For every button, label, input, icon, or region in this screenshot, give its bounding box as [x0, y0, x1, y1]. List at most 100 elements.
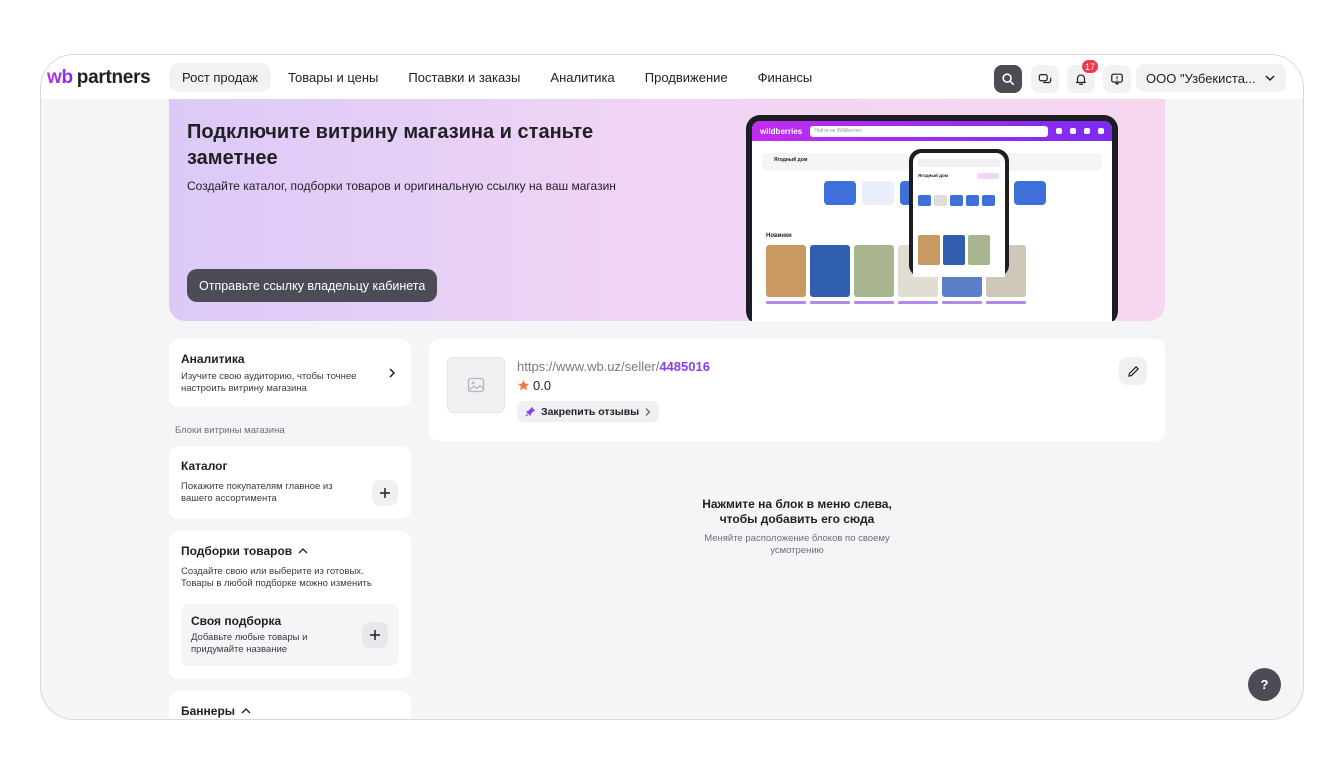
pencil-icon — [1127, 365, 1139, 377]
mock-shop-name: Ягодный дом — [774, 157, 808, 163]
banners-header[interactable]: Баннеры — [181, 704, 251, 718]
bell-icon — [1076, 74, 1086, 85]
storefront-blocks-label: Блоки витрины магазина — [175, 425, 285, 436]
nav-supplies-orders[interactable]: Поставки и заказы — [395, 63, 533, 92]
chevron-right-icon — [389, 368, 396, 378]
logo-wb-text: wb — [47, 67, 73, 88]
rating-value: 0.0 — [533, 378, 552, 393]
mock-price — [854, 301, 894, 304]
mock-category — [934, 195, 947, 206]
add-own-collection-button[interactable] — [362, 622, 388, 648]
plus-icon — [370, 630, 380, 640]
add-catalog-button[interactable] — [372, 480, 398, 506]
banner-title: Подключите витрину магазина и станьте за… — [187, 121, 594, 169]
pin-icon — [525, 406, 536, 417]
mock-price — [898, 301, 938, 304]
shop-rating: 0.0 — [517, 378, 551, 393]
mock-icon — [1056, 128, 1062, 134]
shop-info-card: https://www.wb.uz/seller/4485016 0.0 Зак… — [429, 339, 1165, 441]
mock-new-label: Новинки — [766, 233, 792, 239]
collections-card: Подборки товаров Создайте свою или выбер… — [169, 531, 411, 679]
collections-title: Подборки товаров — [181, 544, 293, 558]
mock-phone-tag — [977, 173, 999, 179]
edit-shop-button[interactable] — [1119, 357, 1147, 385]
notifications-button[interactable]: 17 — [1067, 59, 1099, 93]
feedback-button[interactable] — [1103, 65, 1131, 93]
own-collection-item: Своя подборка Добавьте любые товары и пр… — [181, 604, 399, 666]
mock-phone-shop: Ягодный дом — [918, 173, 949, 178]
search-button[interactable] — [994, 65, 1022, 93]
chat-button[interactable] — [1031, 65, 1059, 93]
mock-icon — [1070, 128, 1076, 134]
shop-url-link[interactable]: https://www.wb.uz/seller/4485016 — [517, 359, 710, 374]
mock-category — [1014, 181, 1046, 205]
mock-price — [942, 301, 982, 304]
mock-product — [918, 235, 940, 265]
banners-title: Баннеры — [181, 704, 236, 718]
phone-screen: Ягодный дом — [913, 153, 1005, 277]
mock-price — [810, 301, 850, 304]
mock-search: Найти на Wildberries — [810, 125, 1048, 137]
mock-price — [766, 301, 806, 304]
nav-analytics[interactable]: Аналитика — [537, 63, 627, 92]
catalog-text: Покажите покупателям главное из вашего а… — [181, 481, 333, 504]
mock-phone-categories — [918, 195, 995, 206]
main-nav: Рост продаж Товары и цены Поставки и зак… — [169, 63, 825, 92]
phone-mockup-image: Ягодный дом — [909, 149, 1009, 277]
mock-prices — [766, 301, 1026, 304]
mock-icon — [1098, 128, 1104, 134]
search-icon — [1002, 73, 1015, 86]
analytics-text: Изучите свою аудиторию, чтобы точнее нас… — [181, 371, 357, 394]
banners-card: Баннеры — [169, 691, 411, 719]
mock-category — [950, 195, 963, 206]
mock-category — [982, 195, 995, 206]
top-header: wb partners Рост продаж Товары и цены По… — [41, 55, 1303, 99]
mock-product — [854, 245, 894, 297]
mock-product — [943, 235, 965, 265]
nav-finances[interactable]: Финансы — [745, 63, 826, 92]
pin-reviews-button[interactable]: Закрепить отзывы — [517, 401, 660, 422]
account-name: ООО "Узбекиста... — [1146, 70, 1256, 86]
mock-category — [966, 195, 979, 206]
mock-phone-search — [918, 159, 1000, 167]
analytics-card[interactable]: Аналитика Изучите свою аудиторию, чтобы … — [169, 339, 411, 407]
chevron-up-icon — [298, 548, 308, 554]
chat-icon — [1038, 74, 1052, 84]
shop-logo-placeholder[interactable] — [447, 357, 505, 413]
pin-reviews-label: Закрепить отзывы — [541, 405, 640, 418]
mock-topbar: wildberries Найти на Wildberries — [752, 121, 1112, 141]
logo-partners-text: partners — [76, 67, 151, 88]
collections-header[interactable]: Подборки товаров — [181, 544, 308, 558]
mock-logo: wildberries — [760, 126, 803, 136]
collections-text: Создайте свою или выберите из готовых. Т… — [181, 566, 372, 589]
nav-products-prices[interactable]: Товары и цены — [275, 63, 391, 92]
mock-category — [862, 181, 894, 205]
chevron-down-icon — [1265, 75, 1275, 82]
notifications-badge: 17 — [1080, 59, 1099, 74]
chevron-up-icon — [241, 708, 251, 714]
wb-partners-logo[interactable]: wb partners — [47, 67, 151, 89]
app-window: wb partners Рост продаж Товары и цены По… — [40, 54, 1304, 720]
own-collection-text: Добавьте любые товары и придумайте назва… — [191, 632, 308, 655]
mock-price — [986, 301, 1026, 304]
feedback-icon — [1111, 73, 1123, 86]
plus-icon — [380, 488, 390, 498]
mock-product — [810, 245, 850, 297]
analytics-title: Аналитика — [181, 352, 245, 366]
star-icon — [517, 379, 530, 391]
nav-promotion[interactable]: Продвижение — [632, 63, 741, 92]
mock-category — [824, 181, 856, 205]
mock-category — [918, 195, 931, 206]
account-selector[interactable]: ООО "Узбекиста... — [1136, 64, 1286, 92]
send-link-button[interactable]: Отправьте ссылку владельцу кабинета — [187, 269, 438, 302]
seller-id: 4485016 — [659, 359, 710, 374]
mock-product — [766, 245, 806, 297]
banner-subtitle: Создайте каталог, подборки товаров и ори… — [187, 179, 616, 193]
help-button[interactable]: ? — [1248, 668, 1281, 701]
image-placeholder-icon — [467, 377, 485, 393]
mock-phone-products — [918, 235, 990, 265]
shop-url-prefix: https://www.wb.uz/seller/ — [517, 359, 660, 374]
nav-sales-growth[interactable]: Рост продаж — [169, 63, 272, 92]
own-collection-title: Своя подборка — [191, 614, 282, 628]
catalog-title: Каталог — [181, 459, 228, 473]
